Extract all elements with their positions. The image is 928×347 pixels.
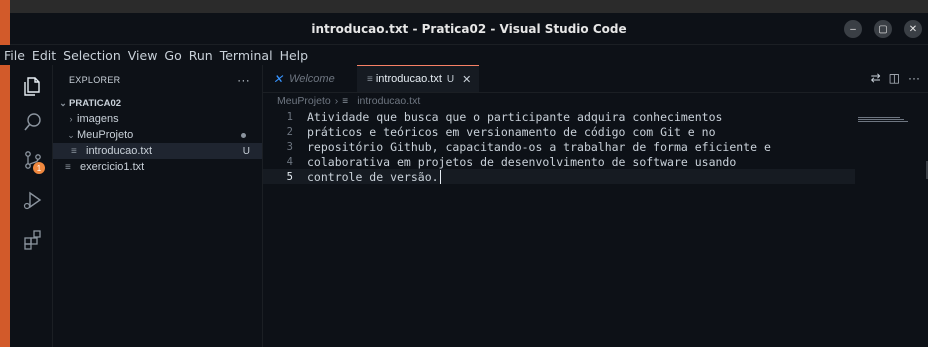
more-actions-icon[interactable]: ··· (908, 71, 920, 85)
tree-item-introducao[interactable]: ≡ introducao.txt U (53, 143, 262, 159)
menu-help[interactable]: Help (280, 48, 314, 63)
breadcrumb-folder[interactable]: MeuProjeto (277, 95, 331, 107)
tab-label: introducao.txt (375, 73, 442, 85)
code-line[interactable]: 4 colaborativa em projetos de desenvolvi… (263, 154, 928, 169)
tab-status: U (446, 73, 455, 85)
explorer-header: EXPLORER ··· (53, 65, 262, 95)
tree-item-imagens[interactable]: › imagens (53, 111, 262, 127)
line-number: 1 (286, 110, 293, 123)
tree-item-label: introducao.txt (86, 145, 153, 157)
menu-terminal[interactable]: Terminal (220, 48, 278, 63)
chevron-right-icon: › (69, 114, 73, 124)
close-window-button[interactable]: ✕ (904, 20, 922, 38)
breadcrumb-separator-icon: › (334, 95, 339, 107)
code-line[interactable]: 1 Atividade que busca que o participante… (263, 109, 928, 124)
extensions-icon[interactable] (22, 229, 44, 251)
text-cursor (439, 169, 441, 184)
tab-welcome[interactable]: ✕ Welcome (263, 65, 357, 92)
modified-dot (241, 133, 246, 138)
tab-introducao[interactable]: ≡ introducao.txt U ✕ (357, 65, 479, 92)
line-text: repositório Github, capacitando-os a tra… (307, 139, 771, 154)
line-number: 3 (286, 140, 293, 153)
maximize-button[interactable]: ▢ (874, 20, 892, 38)
breadcrumb-file[interactable]: introducao.txt (357, 95, 420, 107)
code-line[interactable]: 2 práticos e teóricos em versionamento d… (263, 124, 928, 139)
editor-tabs: ✕ Welcome ≡ introducao.txt U ✕ ⇄ ◫ ··· (263, 65, 928, 93)
source-control-badge: 1 (33, 162, 45, 174)
line-text: Atividade que busca que o participante a… (307, 109, 723, 124)
text-file-icon: ≡ (342, 95, 349, 107)
more-actions-icon[interactable]: ··· (237, 73, 250, 87)
compare-changes-icon[interactable]: ⇄ (871, 71, 881, 85)
untracked-badge: U (242, 145, 250, 157)
window-controls: – ▢ ✕ (844, 20, 922, 38)
tab-label: Welcome (289, 72, 335, 85)
files-icon[interactable] (22, 75, 44, 97)
code-line[interactable]: 3 repositório Github, capacitando-os a t… (263, 139, 928, 154)
code-editor[interactable]: 1 Atividade que busca que o participante… (263, 109, 928, 184)
line-number: 2 (286, 125, 293, 138)
source-control-icon[interactable]: 1 (22, 149, 45, 174)
minimap[interactable] (858, 117, 908, 123)
line-number: 5 (286, 170, 293, 183)
search-icon[interactable] (22, 111, 44, 133)
workspace-root[interactable]: ⌄ PRATICA02 (53, 95, 262, 111)
line-text: práticos e teóricos em versionamento de … (307, 124, 716, 139)
breadcrumb: MeuProjeto › ≡ introducao.txt (263, 93, 928, 109)
minimize-button[interactable]: – (844, 20, 862, 38)
desktop-background (0, 0, 928, 347)
editor-actions: ⇄ ◫ ··· (871, 71, 920, 85)
tree-item-exercicio1[interactable]: ≡ exercicio1.txt (53, 159, 262, 175)
text-file-icon: ≡ (367, 73, 373, 85)
title-bar: introducao.txt - Pratica02 - Visual Stud… (10, 13, 928, 45)
chevron-down-icon: ⌄ (59, 97, 67, 108)
vscode-logo-icon: ✕ (273, 71, 284, 86)
menu-edit[interactable]: Edit (32, 48, 61, 63)
run-debug-icon[interactable] (22, 189, 44, 211)
close-tab-icon[interactable]: ✕ (462, 73, 471, 86)
explorer-title: EXPLORER (69, 75, 121, 85)
text-file-icon: ≡ (65, 161, 71, 173)
menu-selection[interactable]: Selection (63, 48, 126, 63)
menu-bar: File Edit Selection View Go Run Terminal… (0, 45, 928, 65)
line-text: controle de versão. (307, 169, 439, 184)
menu-go[interactable]: Go (164, 48, 186, 63)
chevron-down-icon: ⌄ (67, 129, 75, 140)
window-title: introducao.txt - Pratica02 - Visual Stud… (311, 21, 627, 36)
menu-view[interactable]: View (128, 48, 163, 63)
editor-area: ✕ Welcome ≡ introducao.txt U ✕ ⇄ ◫ ··· M… (263, 65, 928, 347)
explorer-sidebar: EXPLORER ··· ⌄ PRATICA02 › imagens ⌄ Meu… (53, 65, 263, 347)
line-text: colaborativa em projetos de desenvolvime… (307, 154, 737, 169)
line-number: 4 (286, 155, 293, 168)
tree-item-meuprojeto[interactable]: ⌄ MeuProjeto (53, 127, 262, 143)
menu-file[interactable]: File (4, 48, 30, 63)
menu-run[interactable]: Run (189, 48, 218, 63)
tree-item-label: imagens (77, 113, 119, 125)
current-code-line[interactable]: 5 controle de versão. (263, 169, 855, 184)
workspace-root-label: PRATICA02 (69, 97, 122, 109)
tree-item-label: MeuProjeto (77, 129, 134, 141)
activity-bar: 1 (10, 65, 53, 347)
tree-item-label: exercicio1.txt (80, 161, 145, 173)
split-editor-icon[interactable]: ◫ (889, 71, 900, 85)
text-file-icon: ≡ (71, 145, 77, 157)
